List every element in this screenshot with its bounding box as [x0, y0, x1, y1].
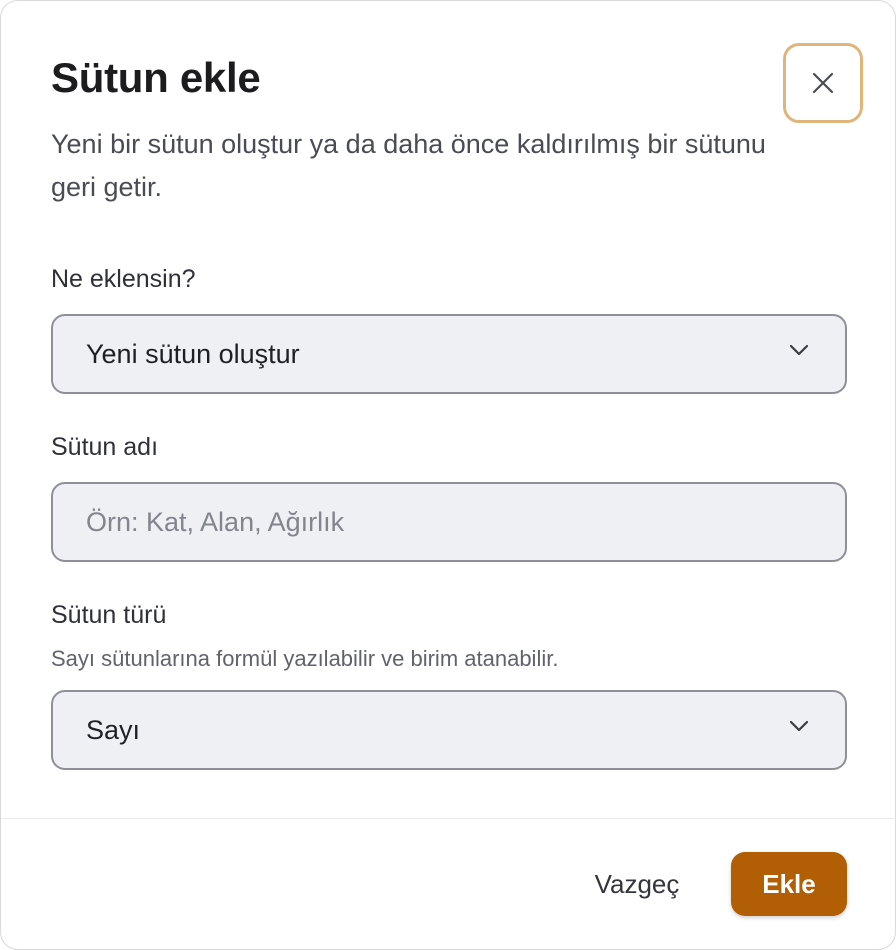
type-select-value: Sayı: [86, 714, 141, 745]
mode-select[interactable]: Yeni sütun oluştur: [51, 314, 847, 394]
column-name-input[interactable]: Örn: Kat, Alan, Ağırlık: [51, 482, 847, 562]
chevron-down-icon: [789, 720, 809, 732]
name-label: Sütun adı: [51, 433, 159, 461]
type-hint: Sayı sütunlarına formül yazılabilir ve b…: [51, 646, 559, 671]
add-button[interactable]: Ekle: [731, 852, 847, 916]
footer-divider: [2, 818, 896, 819]
dialog-title: Sütun ekle: [51, 54, 261, 101]
type-label: Sütun türü: [51, 601, 167, 629]
type-select[interactable]: Sayı: [51, 690, 847, 770]
chevron-down-icon: [789, 344, 809, 356]
close-button[interactable]: [783, 43, 863, 123]
close-icon: [812, 72, 834, 94]
cancel-button[interactable]: Vazgeç: [571, 853, 703, 915]
column-name-placeholder: Örn: Kat, Alan, Ağırlık: [86, 506, 345, 537]
mode-label: Ne eklensin?: [51, 265, 196, 293]
dialog-description: Yeni bir sütun oluştur ya da daha önce k…: [51, 129, 766, 202]
mode-select-value: Yeni sütun oluştur: [86, 338, 300, 369]
add-column-dialog: Sütun ekle Yeni bir sütun oluştur ya da …: [0, 0, 896, 950]
